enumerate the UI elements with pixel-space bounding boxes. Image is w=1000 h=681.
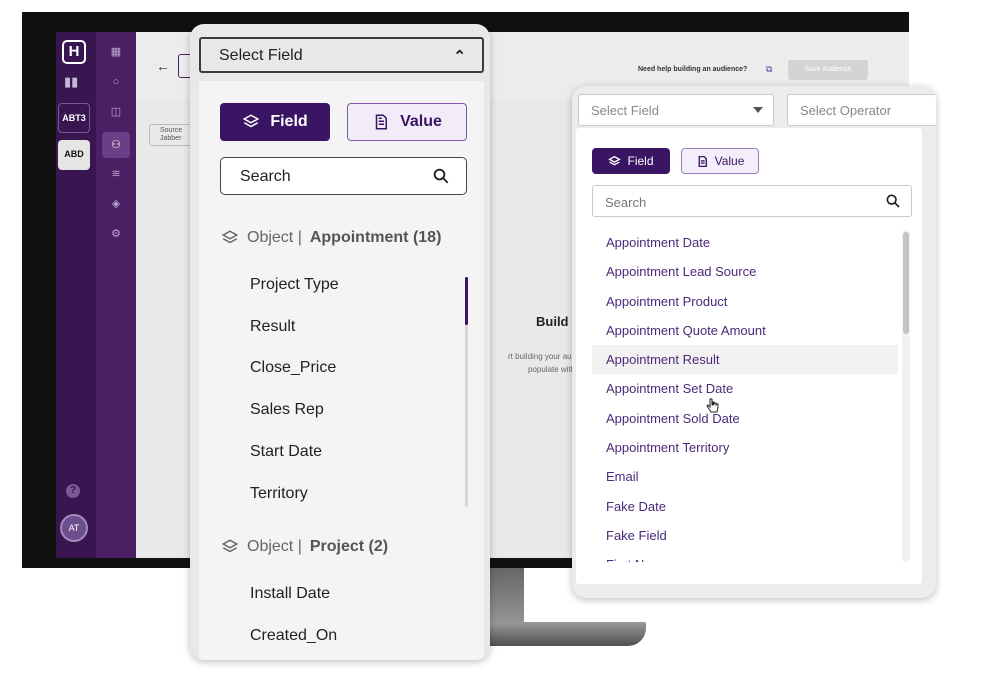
field-dropdown-zoomed: Select Field ⌃ Field Value Search Object… xyxy=(190,24,490,660)
layers-icon xyxy=(221,539,239,553)
document-icon xyxy=(375,114,388,130)
field-tab-button[interactable]: Field xyxy=(220,103,330,141)
dropdown-menu: Field Value Search Appointment Date Appo… xyxy=(576,128,922,584)
help-icon[interactable]: ? xyxy=(66,484,80,498)
group-prefix: Object | xyxy=(247,229,302,246)
external-link-icon[interactable]: ⧉ xyxy=(766,64,772,75)
layers-icon xyxy=(608,155,622,166)
search-input[interactable]: Search xyxy=(592,185,912,217)
list-item[interactable]: Appointment Sold Date xyxy=(592,404,898,433)
field-list: Appointment Date Appointment Lead Source… xyxy=(592,228,898,562)
workspace-tile-abd[interactable]: ABD xyxy=(58,140,90,170)
dropdown-menu: Field Value Search Object | Appointment (… xyxy=(199,81,484,660)
group-name: Appointment (18) xyxy=(309,229,442,246)
list-item[interactable]: Appointment Product xyxy=(592,287,898,316)
field-tab-label: Field xyxy=(270,113,308,130)
group-header-project: Object | Project (2) xyxy=(221,538,388,556)
back-arrow-icon[interactable]: ← xyxy=(156,58,170,74)
list-item[interactable]: Appointment Lead Source xyxy=(592,257,898,286)
chevron-up-icon[interactable]: ⌃ xyxy=(453,47,466,65)
list-item[interactable]: Appointment Date xyxy=(592,228,898,257)
select-field-placeholder: Select Field xyxy=(591,103,659,118)
select-operator-dropdown[interactable]: Select Operator xyxy=(787,94,936,126)
group-header-appointment: Object | Appointment (18) xyxy=(221,229,441,247)
grid-icon[interactable]: ▦ xyxy=(108,44,124,60)
list-item[interactable]: Territory xyxy=(250,485,308,503)
save-audience-button[interactable]: Save Audience xyxy=(788,60,868,80)
app-rail: H ▮▮ ABT3 ABD ? AT xyxy=(56,32,96,558)
caret-down-icon[interactable] xyxy=(753,107,763,113)
search-icon[interactable] xyxy=(885,193,901,209)
value-tab-button[interactable]: Value xyxy=(347,103,467,141)
avatar[interactable]: AT xyxy=(60,514,88,542)
search-input[interactable]: Search xyxy=(220,157,467,195)
list-item[interactable]: Close_Price xyxy=(250,359,336,377)
help-text[interactable]: Need help building an audience? xyxy=(638,66,747,73)
list-item[interactable]: Appointment Territory xyxy=(592,433,898,462)
scrollbar-thumb[interactable] xyxy=(903,232,909,334)
hand-cursor-icon xyxy=(706,398,719,413)
list-item-hovered[interactable]: Appointment Result xyxy=(592,345,898,375)
list-item[interactable]: Fake Date xyxy=(592,492,898,521)
group-prefix: Object | xyxy=(247,538,302,555)
list-item[interactable]: First Name xyxy=(592,550,898,562)
select-field-text: Select Field xyxy=(219,47,303,64)
app-logo[interactable]: H xyxy=(62,40,86,64)
group-name: Project (2) xyxy=(309,538,389,555)
workspace-tile-abt3[interactable]: ABT3 xyxy=(58,103,90,133)
shapes-icon[interactable]: ◫ xyxy=(108,104,124,120)
list-item[interactable]: Appointment Quote Amount xyxy=(592,316,898,345)
settings-icon[interactable]: ⚙ xyxy=(108,226,124,242)
select-field-dropdown[interactable]: Select Field xyxy=(578,94,774,126)
audience-icon[interactable]: ⚇ xyxy=(102,132,130,158)
list-item[interactable]: Start Date xyxy=(250,443,322,461)
list-item[interactable]: Sales Rep xyxy=(250,401,324,419)
field-tab-label: Field xyxy=(627,154,654,168)
chart-icon[interactable]: ▮▮ xyxy=(64,74,78,90)
list-item[interactable]: Appointment Set Date xyxy=(592,374,898,403)
document-icon xyxy=(698,155,707,167)
field-dropdown-overview: Select Field Select Operator Field Value… xyxy=(572,86,936,598)
search-placeholder: Search xyxy=(605,195,647,210)
list-item[interactable]: Fake Field xyxy=(592,521,898,550)
layers-icon[interactable]: ◈ xyxy=(108,196,124,212)
value-tab-label: Value xyxy=(400,113,442,130)
list-item[interactable]: Created_On xyxy=(250,627,337,645)
field-tab-button[interactable]: Field xyxy=(592,148,670,174)
list-item[interactable]: Project Type xyxy=(250,276,339,294)
user-icon[interactable]: ○ xyxy=(108,74,124,90)
select-operator-placeholder: Select Operator xyxy=(800,103,892,118)
layers-icon xyxy=(243,114,260,128)
value-tab-label: Value xyxy=(714,154,745,168)
search-placeholder: Search xyxy=(240,168,291,185)
search-icon[interactable] xyxy=(432,167,450,185)
list-item[interactable]: Email xyxy=(592,462,898,491)
select-field-dropdown[interactable]: Select Field ⌃ xyxy=(199,37,484,73)
list-item[interactable]: Install Date xyxy=(250,585,330,603)
list-item[interactable]: Result xyxy=(250,318,295,336)
app-nav: ▦ ○ ◫ ⚇ ≋ ◈ ⚙ xyxy=(96,32,136,558)
value-tab-button[interactable]: Value xyxy=(681,148,759,174)
flow-icon[interactable]: ≋ xyxy=(108,166,124,182)
layers-icon xyxy=(221,230,239,244)
scrollbar-thumb[interactable] xyxy=(465,277,468,325)
